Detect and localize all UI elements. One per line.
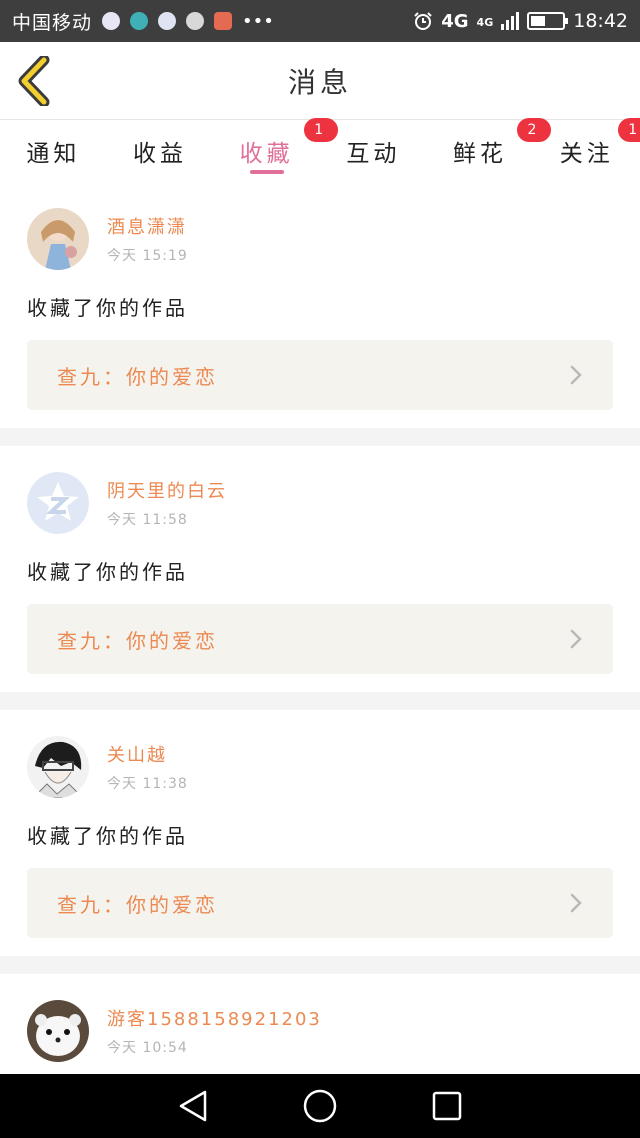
active-tab-indicator	[249, 170, 284, 174]
action-text: 收藏了你的作品	[27, 560, 188, 584]
default-star-avatar[interactable]	[27, 472, 89, 534]
chevron-right-icon	[570, 629, 582, 649]
timestamp: 今天 11:58	[107, 512, 188, 528]
battery-icon	[527, 12, 569, 30]
work-link[interactable]: 查九：你的爱恋	[27, 868, 613, 938]
tab-badge: 1	[617, 118, 640, 142]
list-item: 酒息潇潇 今天 15:19 收藏了你的作品 查九：你的爱恋	[0, 182, 640, 428]
username-link[interactable]: 关山越	[107, 741, 188, 767]
nav-home-button[interactable]	[300, 1086, 340, 1126]
home-circle-icon	[303, 1089, 337, 1123]
tab-earnings[interactable]: 收益	[107, 120, 214, 182]
list-item: 阴天里的白云 今天 11:58 收藏了你的作品 查九：你的爱恋	[0, 446, 640, 692]
alarm-icon	[414, 12, 432, 30]
nav-recents-button[interactable]	[427, 1086, 467, 1126]
alert-app-icon	[214, 12, 233, 30]
tab-label-wrap: 收藏 1	[239, 118, 338, 168]
chevron-left-icon	[18, 54, 50, 108]
system-nav-bar	[0, 1074, 640, 1138]
network-type: 4G	[441, 10, 469, 32]
tab-label: 通知	[26, 141, 81, 167]
doll-avatar[interactable]	[27, 208, 89, 270]
chevron-right-icon	[570, 365, 582, 385]
divider	[0, 428, 640, 446]
weasel-avatar[interactable]	[27, 1000, 89, 1062]
moon-icon	[130, 12, 149, 30]
browser-icon	[102, 12, 121, 30]
tab-label: 鲜花	[453, 141, 508, 167]
divider	[0, 692, 640, 710]
timestamp: 今天 10:54	[107, 1040, 188, 1056]
timestamp: 今天 11:38	[107, 776, 188, 792]
tab-following[interactable]: 关注 1	[533, 118, 640, 182]
work-title: 查九：你的爱恋	[57, 892, 218, 917]
tab-interactions[interactable]: 互动	[320, 120, 427, 182]
work-title: 查九：你的爱恋	[57, 364, 218, 389]
header-bar: 消息	[0, 42, 640, 120]
nav-back-button[interactable]	[173, 1086, 213, 1126]
anime-avatar[interactable]	[27, 736, 89, 798]
back-triangle-icon	[180, 1090, 207, 1122]
app-icon	[158, 12, 177, 30]
action-text: 收藏了你的作品	[27, 296, 188, 320]
more-icon: •••	[242, 10, 274, 32]
divider	[0, 956, 640, 974]
work-link[interactable]: 查九：你的爱恋	[27, 604, 613, 674]
tab-label: 收藏	[239, 141, 294, 167]
tab-favorites[interactable]: 收藏 1	[213, 118, 338, 182]
username-link[interactable]: 游客1588158921203	[107, 1005, 322, 1031]
action-text: 收藏了你的作品	[27, 824, 188, 848]
tab-bar: 通知 收益 收藏 1 互动 鲜花 2 关注 1	[0, 118, 640, 182]
username-link[interactable]: 酒息潇潇	[107, 213, 188, 239]
clock: 18:42	[573, 10, 628, 32]
tab-notifications[interactable]: 通知	[0, 120, 107, 182]
face-icon	[186, 12, 205, 30]
carrier-name: 中国移动	[12, 11, 93, 34]
tab-label: 收益	[133, 141, 187, 167]
chevron-right-icon	[570, 893, 582, 913]
tab-label: 关注	[559, 141, 614, 167]
message-list: 酒息潇潇 今天 15:19 收藏了你的作品 查九：你的爱恋 阴天里的白云 今天 …	[0, 182, 640, 1134]
signal-icon	[501, 12, 520, 30]
status-bar: 中国移动 ••• 4G 4G 18:42	[0, 0, 640, 42]
page-title: 消息	[287, 65, 352, 99]
list-item: 关山越 今天 11:38 收藏了你的作品 查九：你的爱恋	[0, 710, 640, 956]
recents-square-icon	[432, 1091, 461, 1121]
tab-label-wrap: 关注 1	[559, 118, 640, 168]
back-button[interactable]	[14, 54, 58, 108]
network-type-small: 4G	[476, 16, 494, 29]
username-link[interactable]: 阴天里的白云	[107, 477, 227, 503]
tab-flowers[interactable]: 鲜花 2	[427, 118, 552, 182]
work-title: 查九：你的爱恋	[57, 628, 218, 653]
tab-label: 互动	[346, 141, 401, 167]
timestamp: 今天 15:19	[107, 248, 188, 264]
work-link[interactable]: 查九：你的爱恋	[27, 340, 613, 410]
tab-label-wrap: 鲜花 2	[453, 118, 552, 168]
